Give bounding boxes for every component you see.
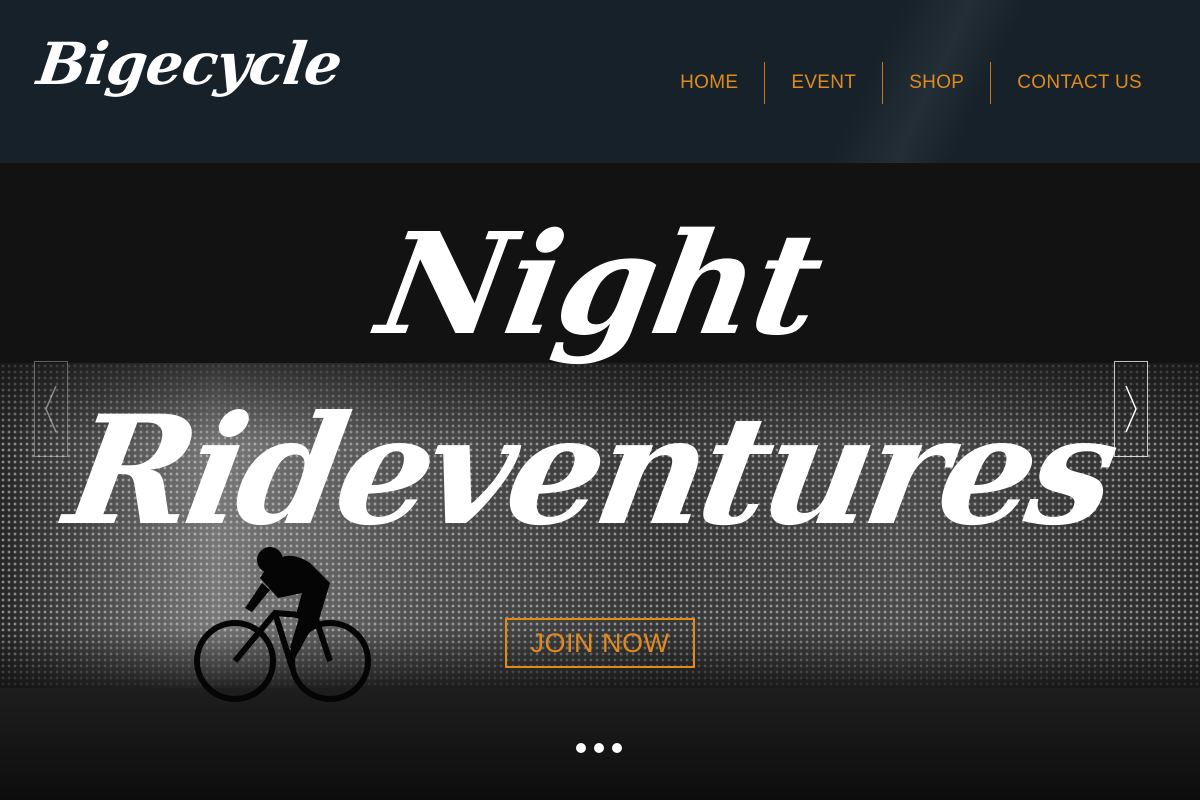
nav-divider <box>990 62 992 104</box>
slide-dot[interactable] <box>612 743 622 753</box>
slide-dot[interactable] <box>594 743 604 753</box>
join-now-button[interactable]: JOIN NOW <box>505 618 695 668</box>
nav-divider <box>764 62 766 104</box>
nav-shop[interactable]: SHOP <box>883 62 990 104</box>
nav-contact-us[interactable]: CONTACT US <box>991 62 1160 104</box>
hero-slider: Night Rideventures JOIN NOW <box>0 163 1200 800</box>
cyclist-silhouette <box>194 547 371 702</box>
hero-title-line2: Rideventures <box>55 383 1125 559</box>
main-nav: HOME EVENT SHOP CONTACT US <box>654 62 1160 104</box>
nav-home[interactable]: HOME <box>654 62 764 104</box>
slide-dot[interactable] <box>576 743 586 753</box>
slide-pagination <box>576 743 622 753</box>
brand-logo[interactable]: Bigecycle <box>33 30 345 98</box>
site-header: Bigecycle HOME EVENT SHOP CONTACT US <box>0 0 1200 163</box>
nav-divider <box>882 62 884 104</box>
hero-title-line1: Night <box>367 203 833 367</box>
nav-event[interactable]: EVENT <box>765 62 882 104</box>
